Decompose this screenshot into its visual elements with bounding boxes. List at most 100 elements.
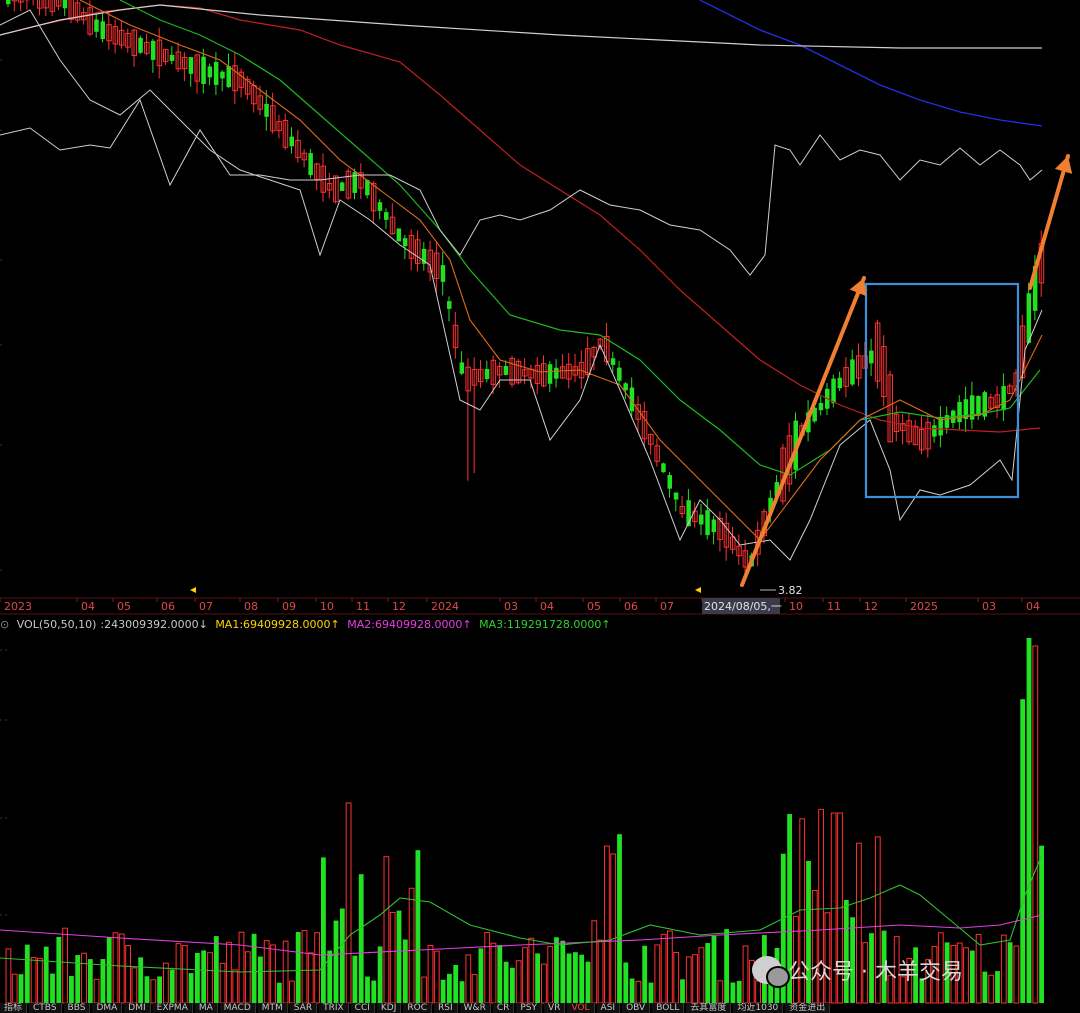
ma-very-long-line <box>699 0 1043 127</box>
indicator-tab[interactable]: 指标 <box>0 1003 28 1013</box>
volume-bar-down <box>642 945 648 1003</box>
candle-down <box>402 238 408 247</box>
indicator-tab[interactable]: ROC <box>403 1003 433 1013</box>
indicator-tab[interactable]: EXPMA <box>152 1003 193 1013</box>
volume-bar-up <box>673 952 680 1004</box>
candle-down <box>188 57 194 74</box>
candle-down <box>459 362 465 374</box>
indicator-tab[interactable]: KDJ <box>376 1003 402 1013</box>
volume-bar-up <box>37 957 43 1004</box>
volume-bar-up <box>232 969 239 1004</box>
vol-ma1: MA1:69409928.0000↑ <box>215 618 340 631</box>
volume-bar-up <box>490 942 497 1004</box>
x-tick-label: 03 <box>504 600 518 613</box>
volume-bar-up <box>698 947 705 1004</box>
watermark-text: 公众号 · 木羊交易 <box>788 960 963 985</box>
indicator-tab[interactable]: DMA <box>92 1003 123 1013</box>
candle-down <box>554 367 559 379</box>
x-tick-label: 04 <box>81 600 95 613</box>
ma-mid-line <box>119 0 1041 476</box>
candle-down <box>169 54 175 61</box>
volume-bar-down <box>106 937 112 1003</box>
volume-bar-down <box>1020 699 1026 1003</box>
indicator-toggle-icon[interactable]: ⊙ <box>0 618 9 631</box>
indicator-tab[interactable]: VR <box>544 1003 566 1013</box>
indicator-tab[interactable]: MTM <box>257 1003 288 1013</box>
volume-bar-down <box>56 936 62 1003</box>
candle-down <box>932 425 937 437</box>
candle-down <box>661 463 666 473</box>
indicator-tab[interactable]: PSY <box>516 1003 543 1013</box>
indicator-tab[interactable]: RSI <box>434 1003 458 1013</box>
volume-bar-down <box>258 956 263 1003</box>
volume-bar-down <box>251 933 257 1003</box>
volume-bar-up <box>118 933 125 1004</box>
volume-bar-down <box>453 965 459 1003</box>
volume-bar-up <box>1013 945 1020 1004</box>
candle-down <box>711 519 717 533</box>
indicator-tab[interactable]: TRIX <box>319 1003 349 1013</box>
volume-bar-down <box>195 952 200 1003</box>
candle-down <box>100 21 105 40</box>
volume-bar-down <box>617 834 622 1003</box>
volume-bar-up <box>547 945 554 1004</box>
x-tick-label: 2024 <box>431 600 459 613</box>
volume-bar-down <box>736 980 742 1003</box>
candle-down <box>201 56 206 84</box>
indicator-tab[interactable]: ASI <box>596 1003 621 1013</box>
volume-bar-up <box>289 980 295 1004</box>
indicator-tab[interactable]: CTBS <box>29 1003 62 1013</box>
x-tick-label: 10 <box>320 600 334 613</box>
candle-down <box>220 71 225 79</box>
indicator-tab[interactable]: CCI <box>350 1003 375 1013</box>
volume-bar-down <box>43 946 49 1003</box>
indicator-tab[interactable]: W&R <box>459 1003 491 1013</box>
candle-down <box>850 359 855 385</box>
candle-down <box>667 475 672 489</box>
volume-bar-down <box>402 939 408 1003</box>
volume-bar-up <box>742 945 749 1004</box>
volume-bar-down <box>1026 638 1032 1003</box>
indicator-tab[interactable]: OBV <box>622 1003 651 1013</box>
x-tick-label: 06 <box>161 600 175 613</box>
candle-down <box>818 403 824 411</box>
indicator-tab[interactable]: MA <box>194 1003 218 1013</box>
candle-down <box>384 212 389 220</box>
volume-bar-down <box>711 935 717 1003</box>
price-chart[interactable]: 3.82 2023 04 05 06 07 08 09 10 11 12 2024 03 04 05 06 07… <box>0 0 1080 1013</box>
indicator-tab[interactable]: 均近1030 <box>733 1003 784 1013</box>
candle-down <box>547 364 553 384</box>
candle-down <box>308 153 313 176</box>
volume-bar-down <box>157 976 162 1003</box>
volume-bar-down <box>579 954 585 1003</box>
index-line-2 <box>0 98 1043 276</box>
x-tick-label: 11 <box>356 600 370 613</box>
indicator-tab[interactable]: VOL <box>567 1003 595 1013</box>
volume-bar-down <box>18 974 24 1003</box>
event-marker <box>190 587 196 593</box>
indicator-tab[interactable]: SAR <box>289 1003 318 1013</box>
indicator-tab[interactable]: 资金进出 <box>785 1003 831 1013</box>
candle-down <box>213 62 219 85</box>
vol-value: :243009392.0000↓ <box>100 618 208 631</box>
indicator-tab[interactable]: BBS <box>63 1003 91 1013</box>
indicator-tab[interactable]: BOLL <box>652 1003 685 1013</box>
volume-bar-up <box>660 933 667 1004</box>
candle-down <box>138 37 143 53</box>
volume-bar-up <box>484 932 491 1004</box>
x-tick-label: 08 <box>244 600 258 613</box>
volume-bar-up <box>131 967 138 1004</box>
volume-bar-down <box>995 971 1000 1003</box>
indicator-tab[interactable]: CR <box>492 1003 515 1013</box>
x-tick-label: 05 <box>587 600 601 613</box>
indicator-tab[interactable]: 去其富度 <box>686 1003 732 1013</box>
indicator-tab[interactable]: DMI <box>124 1003 151 1013</box>
x-tick-label: 03 <box>982 600 996 613</box>
candle-down <box>699 514 704 525</box>
volume-bar-down <box>969 950 975 1003</box>
volume-bar-down <box>188 973 194 1003</box>
volume-bar-up <box>685 956 692 1004</box>
indicator-tab[interactable]: MACD <box>219 1003 256 1013</box>
volume-bar-up <box>692 954 699 1004</box>
volume-bar-up <box>219 962 226 1004</box>
